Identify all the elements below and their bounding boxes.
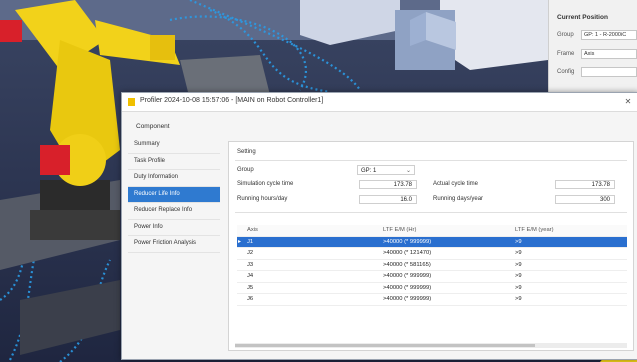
property-value[interactable]: Axis [581,49,637,59]
nav-item-power-friction-analysis[interactable]: Power Friction Analysis [128,236,220,253]
running-hours-field[interactable]: 16.0 [359,195,417,204]
nav-item-summary[interactable]: Summary [128,137,220,154]
table-row[interactable]: J3 >40000 (* 581165) >9 [237,260,627,271]
property-label: Frame [557,51,575,57]
axis-cell: J1 [247,238,254,245]
divider [235,212,627,213]
row-marker-icon: ▸ [238,238,241,245]
profiler-dialog: Profiler 2024-10-08 15:57:06 - [MAIN on … [121,92,637,360]
ltf-hr-cell: >40000 (* 999999) [383,273,432,279]
property-label: Config [557,69,575,75]
component-label: Component [136,123,170,130]
reducer-life-table: Axis LTF E/M (Hr) LTF E/M (year) ▸ J1 >4… [237,225,627,306]
properties-panel: Current Position Group GP: 1 - R-2000iC … [548,0,637,96]
table-header: Axis LTF E/M (Hr) LTF E/M (year) [237,225,627,237]
simulation-cycle-time-label: Simulation cycle time [237,181,294,187]
ltf-year-cell: >9 [515,273,522,279]
table-row[interactable]: ▸ J1 >40000 (* 999999) >9 [237,236,627,248]
reducer-life-panel: Setting Group GP: 1 ⌄ Simulation cycle t… [228,141,634,351]
divider [235,160,627,161]
ltf-year-cell: >9 [515,261,522,268]
actual-cycle-time-field[interactable]: 173.78 [555,180,615,189]
setting-section-label: Setting [237,149,256,155]
ltf-hr-cell: >40000 (* 581165) [383,261,431,268]
ltf-year-cell: >9 [515,238,522,245]
group-select-value: GP: 1 [361,168,377,174]
table-row[interactable]: J2 >40000 (* 121470) >9 [237,248,627,260]
group-label: Group [237,167,254,173]
property-row-group[interactable]: Group GP: 1 - R-2000iC [557,30,637,40]
ltf-hr-cell: >40000 (* 999999) [383,284,432,291]
column-header-ltf-hr[interactable]: LTF E/M (Hr) [383,225,416,236]
nav-item-reducer-life-info[interactable]: Reducer Life Info [128,186,220,203]
scrollbar-thumb[interactable] [235,344,535,347]
property-value[interactable] [581,67,637,77]
property-value[interactable]: GP: 1 - R-2000iC [581,30,637,40]
property-row-config[interactable]: Config [557,67,637,77]
dialog-titlebar[interactable]: Profiler 2024-10-08 15:57:06 - [MAIN on … [122,93,637,112]
ltf-hr-cell: >40000 (* 999999) [383,238,432,245]
column-header-ltf-year[interactable]: LTF E/M (year) [515,225,554,236]
ltf-hr-cell: >40000 (* 999999) [383,296,432,302]
table-row[interactable]: J5 >40000 (* 999999) >9 [237,283,627,294]
axis-cell: J5 [247,284,254,291]
axis-cell: J6 [247,296,254,302]
table-row[interactable]: J4 >40000 (* 999999) >9 [237,271,627,283]
nav-item-task-profile[interactable]: Task Profile [128,154,220,170]
properties-header: Current Position [557,14,608,21]
table-row[interactable]: J6 >40000 (* 999999) >9 [237,294,627,306]
property-row-frame[interactable]: Frame Axis [557,49,637,59]
running-hours-label: Running hours/day [237,196,288,202]
actual-cycle-time-label: Actual cycle time [433,181,479,187]
nav-item-power-info[interactable]: Power Info [128,220,220,236]
profiler-app-icon [128,98,135,106]
running-days-field[interactable]: 300 [555,195,615,204]
nav-item-reducer-replace-info[interactable]: Reducer Replace Info [128,203,220,220]
column-header-axis[interactable]: Axis [247,225,258,236]
axis-cell: J4 [247,273,254,279]
chevron-down-icon: ⌄ [405,168,411,174]
axis-cell: J3 [247,261,254,268]
running-days-label: Running days/year [433,196,484,202]
axis-cell: J2 [247,250,254,256]
close-icon[interactable]: ✕ [622,96,634,107]
group-select[interactable]: GP: 1 ⌄ [357,165,415,175]
ltf-year-cell: >9 [515,250,522,256]
nav-item-duty-information[interactable]: Duty Information [128,170,220,187]
horizontal-scrollbar[interactable] [235,343,627,348]
component-nav: Summary Task Profile Duty Information Re… [128,137,220,337]
ltf-year-cell: >9 [515,296,522,302]
simulation-cycle-time-value: 173.78 [359,180,417,189]
property-label: Group [557,32,574,38]
ltf-hr-cell: >40000 (* 121470) [383,250,432,256]
dialog-title: Profiler 2024-10-08 15:57:06 - [MAIN on … [140,97,324,104]
ltf-year-cell: >9 [515,284,522,291]
